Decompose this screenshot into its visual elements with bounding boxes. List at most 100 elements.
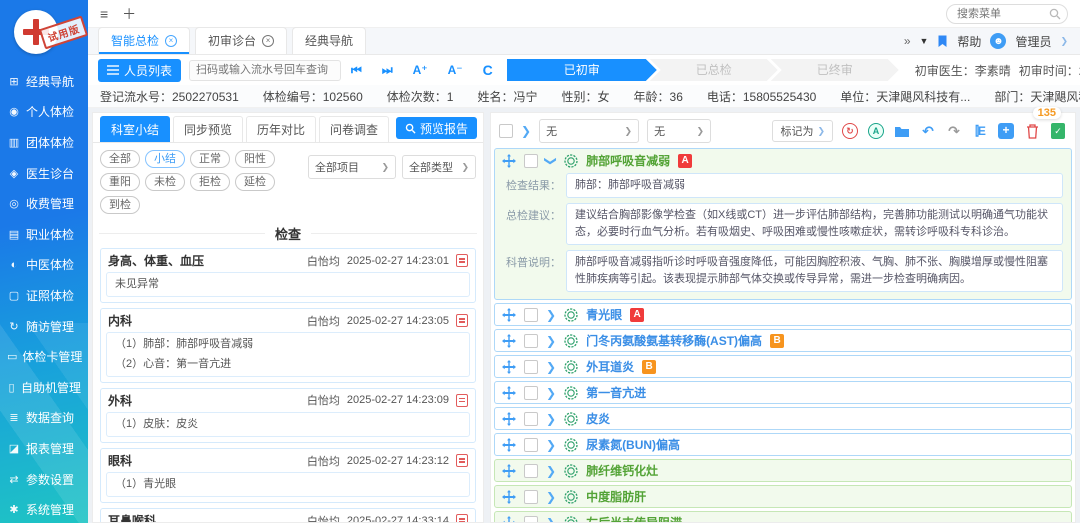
close-icon[interactable] xyxy=(165,35,177,47)
drag-move-icon[interactable] xyxy=(502,464,516,478)
sidebar-item-exam-card-management[interactable]: ▭体检卡管理 xyxy=(0,341,88,372)
chevron-down-icon[interactable]: ❯ xyxy=(1060,36,1068,47)
font-increase-button[interactable]: A⁺ xyxy=(411,63,430,77)
filter-summary[interactable]: 小结 xyxy=(145,150,185,168)
expand-item-icon[interactable]: ❯ xyxy=(546,308,556,322)
expand-item-icon[interactable]: ❯ xyxy=(546,464,556,478)
expand-item-icon[interactable]: ❯ xyxy=(546,412,556,426)
item-checkbox[interactable] xyxy=(524,490,538,504)
item-checkbox[interactable] xyxy=(524,360,538,374)
expand-item-icon[interactable]: ❯ xyxy=(546,516,556,522)
expand-item-icon[interactable]: ❯ xyxy=(546,386,556,400)
diagnosis-title[interactable]: 尿素氮(BUN)偏高 xyxy=(586,436,680,453)
filter-normal[interactable]: 正常 xyxy=(190,150,230,168)
tab-department-summary[interactable]: 科室小结 xyxy=(100,116,170,142)
sidebar-item-followup-management[interactable]: ↻随访管理 xyxy=(0,311,88,342)
sidebar-item-group-exam[interactable]: ▥团体体检 xyxy=(0,127,88,158)
drag-move-icon[interactable] xyxy=(502,386,516,400)
folder-icon[interactable] xyxy=(893,122,911,140)
diagnosis-title[interactable]: 肺部呼吸音减弱 xyxy=(586,152,670,169)
sidebar-item-occupational-exam[interactable]: ▤职业体检 xyxy=(0,219,88,250)
select-all-checkbox[interactable] xyxy=(499,124,513,138)
filter-dropdown-1[interactable]: 无❯ xyxy=(539,119,639,143)
collapse-icon[interactable]: » xyxy=(904,34,911,48)
user-menu[interactable]: 管理员 xyxy=(1015,33,1051,50)
item-checkbox[interactable] xyxy=(524,334,538,348)
preview-report-button[interactable]: 预览报告 xyxy=(396,117,477,139)
avatar[interactable]: ☻ xyxy=(990,33,1006,49)
refresh-icon[interactable]: C xyxy=(481,62,495,78)
diagnosis-title[interactable]: 第一音亢进 xyxy=(586,384,646,401)
item-checkbox[interactable] xyxy=(524,386,538,400)
drag-move-icon[interactable] xyxy=(502,490,516,504)
trash-icon[interactable] xyxy=(1023,122,1041,140)
sidebar-item-report-management[interactable]: ◪报表管理 xyxy=(0,433,88,464)
report-doc-icon[interactable] xyxy=(456,514,468,522)
filter-unchecked[interactable]: 未检 xyxy=(145,173,185,191)
add-item-icon[interactable]: + xyxy=(997,122,1015,140)
tab-sync-preview[interactable]: 同步预览 xyxy=(173,116,243,142)
report-doc-icon[interactable] xyxy=(456,454,468,467)
reject-stamp-icon[interactable]: ↻ xyxy=(841,122,859,140)
diagnosis-title[interactable]: 皮炎 xyxy=(586,410,610,427)
filter-arrived[interactable]: 到检 xyxy=(100,196,140,214)
sidebar-item-system-management[interactable]: ✱系统管理 xyxy=(0,494,88,523)
sidebar-item-certificate-exam[interactable]: ▢证照体检 xyxy=(0,280,88,311)
expand-item-icon[interactable]: ❯ xyxy=(546,334,556,348)
bookmark-icon[interactable] xyxy=(937,35,948,48)
filter-positive[interactable]: 阳性 xyxy=(235,150,275,168)
drag-move-icon[interactable] xyxy=(502,412,516,426)
redo-icon[interactable]: ↷ xyxy=(945,122,963,140)
expand-item-icon[interactable]: ❯ xyxy=(546,438,556,452)
drag-move-icon[interactable] xyxy=(502,334,516,348)
first-record-icon[interactable]: ⏮ xyxy=(349,63,364,78)
expand-item-icon[interactable]: ❯ xyxy=(546,360,556,374)
ai-review-icon[interactable]: A xyxy=(867,122,885,140)
undo-icon[interactable]: ↶ xyxy=(919,122,937,140)
sidebar-item-parameter-settings[interactable]: ⇄参数设置 xyxy=(0,464,88,495)
font-decrease-button[interactable]: A⁻ xyxy=(446,63,465,77)
tab-initial-review[interactable]: 初审诊台 xyxy=(195,27,287,54)
mark-as-button[interactable]: 标记为❯ xyxy=(772,120,833,142)
sidebar-item-tcm-exam[interactable]: ◐中医体检 xyxy=(0,250,88,281)
type-dropdown[interactable]: 全部类型❯ xyxy=(402,155,476,179)
diagnosis-title[interactable]: 左后半支传导阻滞 xyxy=(586,514,682,522)
tab-yearly-compare[interactable]: 历年对比 xyxy=(246,116,316,142)
item-checkbox[interactable] xyxy=(524,438,538,452)
drag-move-icon[interactable] xyxy=(502,154,516,168)
diagnosis-title[interactable]: 中度脂肪肝 xyxy=(586,488,646,505)
sidebar-item-fee-management[interactable]: ◎收费管理 xyxy=(0,188,88,219)
split-columns-icon[interactable]: ⫿E xyxy=(971,122,989,140)
search-icon[interactable] xyxy=(1049,8,1061,20)
diagnosis-title[interactable]: 门冬丙氨酸氨基转移酶(AST)偏高 xyxy=(586,332,762,349)
diagnosis-title[interactable]: 外耳道炎 xyxy=(586,358,634,375)
scan-serial-input[interactable] xyxy=(189,60,341,81)
item-checkbox[interactable] xyxy=(524,154,538,168)
item-checkbox[interactable] xyxy=(524,516,538,522)
filter-dropdown-2[interactable]: 无❯ xyxy=(647,119,711,143)
new-tab-plus-icon[interactable]: ＋ xyxy=(122,7,136,21)
drag-move-icon[interactable] xyxy=(502,308,516,322)
sidebar-item-personal-exam[interactable]: ◉个人体检 xyxy=(0,97,88,128)
tab-smart-summary[interactable]: 智能总检 xyxy=(98,27,190,54)
last-record-icon[interactable]: ⏭ xyxy=(380,63,395,78)
drag-move-icon[interactable] xyxy=(502,438,516,452)
item-checkbox[interactable] xyxy=(524,464,538,478)
diagnosis-title[interactable]: 肺纤维钙化灶 xyxy=(586,462,658,479)
filter-refused[interactable]: 拒检 xyxy=(190,173,230,191)
summary-advice-value[interactable]: 建议结合胸部影像学检查（如X线或CT）进一步评估肺部结构，完善肺功能测试以明确通… xyxy=(566,203,1063,245)
sidebar-item-data-query[interactable]: ≣数据查询 xyxy=(0,403,88,434)
caret-icon[interactable]: ▼ xyxy=(920,36,929,46)
expand-all-icon[interactable]: ❯ xyxy=(521,124,531,138)
drag-move-icon[interactable] xyxy=(502,516,516,522)
person-list-button[interactable]: 人员列表 xyxy=(98,59,181,82)
diagnosis-title[interactable]: 青光眼 xyxy=(586,306,622,323)
expand-item-icon[interactable]: ❯ xyxy=(546,490,556,504)
item-checkbox[interactable] xyxy=(524,412,538,426)
exam-result-value[interactable]: 肺部：肺部呼吸音减弱 xyxy=(566,173,1063,198)
collapse-item-icon[interactable]: ❯ xyxy=(544,155,558,165)
item-checkbox[interactable] xyxy=(524,308,538,322)
tab-classic-nav[interactable]: 经典导航 xyxy=(292,27,366,54)
tab-questionnaire[interactable]: 问卷调查 xyxy=(319,116,389,142)
sidebar-item-classic-nav[interactable]: ⊞经典导航 xyxy=(0,66,88,97)
